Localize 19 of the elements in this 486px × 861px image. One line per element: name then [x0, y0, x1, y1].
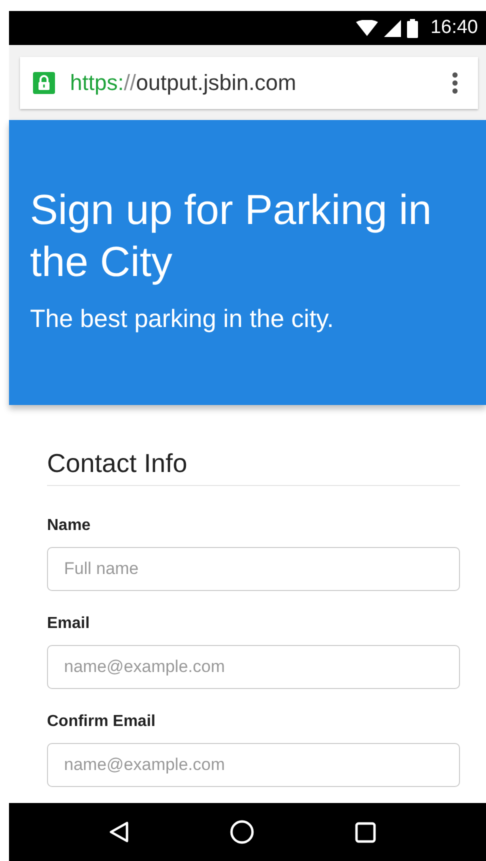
signal-icon — [384, 20, 402, 36]
battery-icon — [407, 18, 418, 38]
url-text: https://output.jsbin.com — [70, 70, 298, 96]
input-field[interactable]: name@example.com — [47, 743, 460, 787]
input-field[interactable]: name@example.com — [47, 645, 460, 689]
address-bar[interactable]: https://output.jsbin.com — [20, 56, 478, 108]
wifi-icon — [356, 20, 378, 36]
recents-icon[interactable] — [354, 822, 376, 842]
page-subtitle: The best parking in the city. — [30, 304, 335, 334]
input-field[interactable]: Full name — [47, 547, 460, 591]
menu-icon[interactable] — [452, 72, 458, 94]
field-label: Email — [47, 615, 91, 633]
section-title: Contact Info — [47, 448, 460, 486]
field-label: Confirm Email — [47, 713, 156, 731]
home-icon[interactable] — [230, 820, 254, 844]
back-icon[interactable] — [109, 821, 130, 843]
field-label: Name — [47, 517, 92, 535]
clock-text: 16:40 — [430, 17, 478, 39]
page-title: Sign up for Parking in the City — [30, 185, 433, 287]
